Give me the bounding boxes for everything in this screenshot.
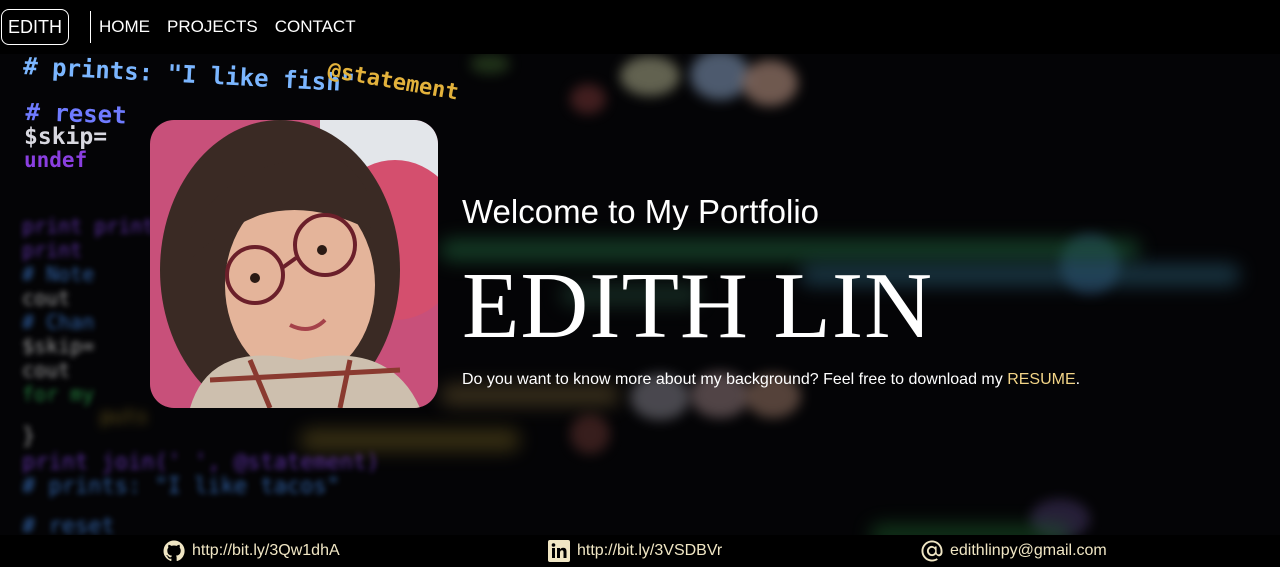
linkedin-link[interactable]: http://bit.ly/3VSDBVr — [547, 538, 722, 564]
hero-section: # prints: "I like fish" @statement # res… — [0, 54, 1280, 535]
linkedin-icon — [547, 539, 571, 563]
nav-link-contact[interactable]: CONTACT — [275, 17, 356, 37]
at-icon — [920, 539, 944, 563]
top-nav: EDITH HOME PROJECTS CONTACT — [0, 0, 1280, 54]
email-link[interactable]: edithlinpy@gmail.com — [920, 538, 1107, 564]
tagline-text: Do you want to know more about my backgr… — [462, 371, 1080, 389]
tagline-prefix: Do you want to know more about my backgr… — [462, 371, 1008, 388]
profile-photo — [150, 120, 438, 408]
tagline-suffix: . — [1075, 371, 1081, 388]
linkedin-link-text: http://bit.ly/3VSDBVr — [577, 542, 723, 559]
owner-name-title: EDITH LIN — [462, 254, 934, 358]
github-link-text: http://bit.ly/3Qw1dhA — [192, 542, 340, 559]
bg-code-line-4: undef — [24, 148, 88, 172]
resume-download-link[interactable]: RESUME — [1007, 371, 1075, 388]
bg-code-line-3: $skip= — [24, 124, 108, 150]
nav-link-projects[interactable]: PROJECTS — [167, 17, 258, 37]
bg-code-line-1: # prints: "I like fish" — [22, 54, 356, 98]
nav-divider — [90, 11, 91, 43]
nav-link-home[interactable]: HOME — [99, 17, 150, 37]
email-link-text: edithlinpy@gmail.com — [950, 542, 1107, 559]
contact-footer: http://bit.ly/3Qw1dhA http://bit.ly/3VSD… — [0, 535, 1280, 567]
brand-logo-button[interactable]: EDITH — [1, 9, 69, 45]
bg-code-token: @statement — [325, 58, 461, 106]
welcome-heading: Welcome to My Portfolio — [462, 193, 820, 230]
github-icon — [162, 539, 186, 563]
github-link[interactable]: http://bit.ly/3Qw1dhA — [162, 538, 340, 564]
